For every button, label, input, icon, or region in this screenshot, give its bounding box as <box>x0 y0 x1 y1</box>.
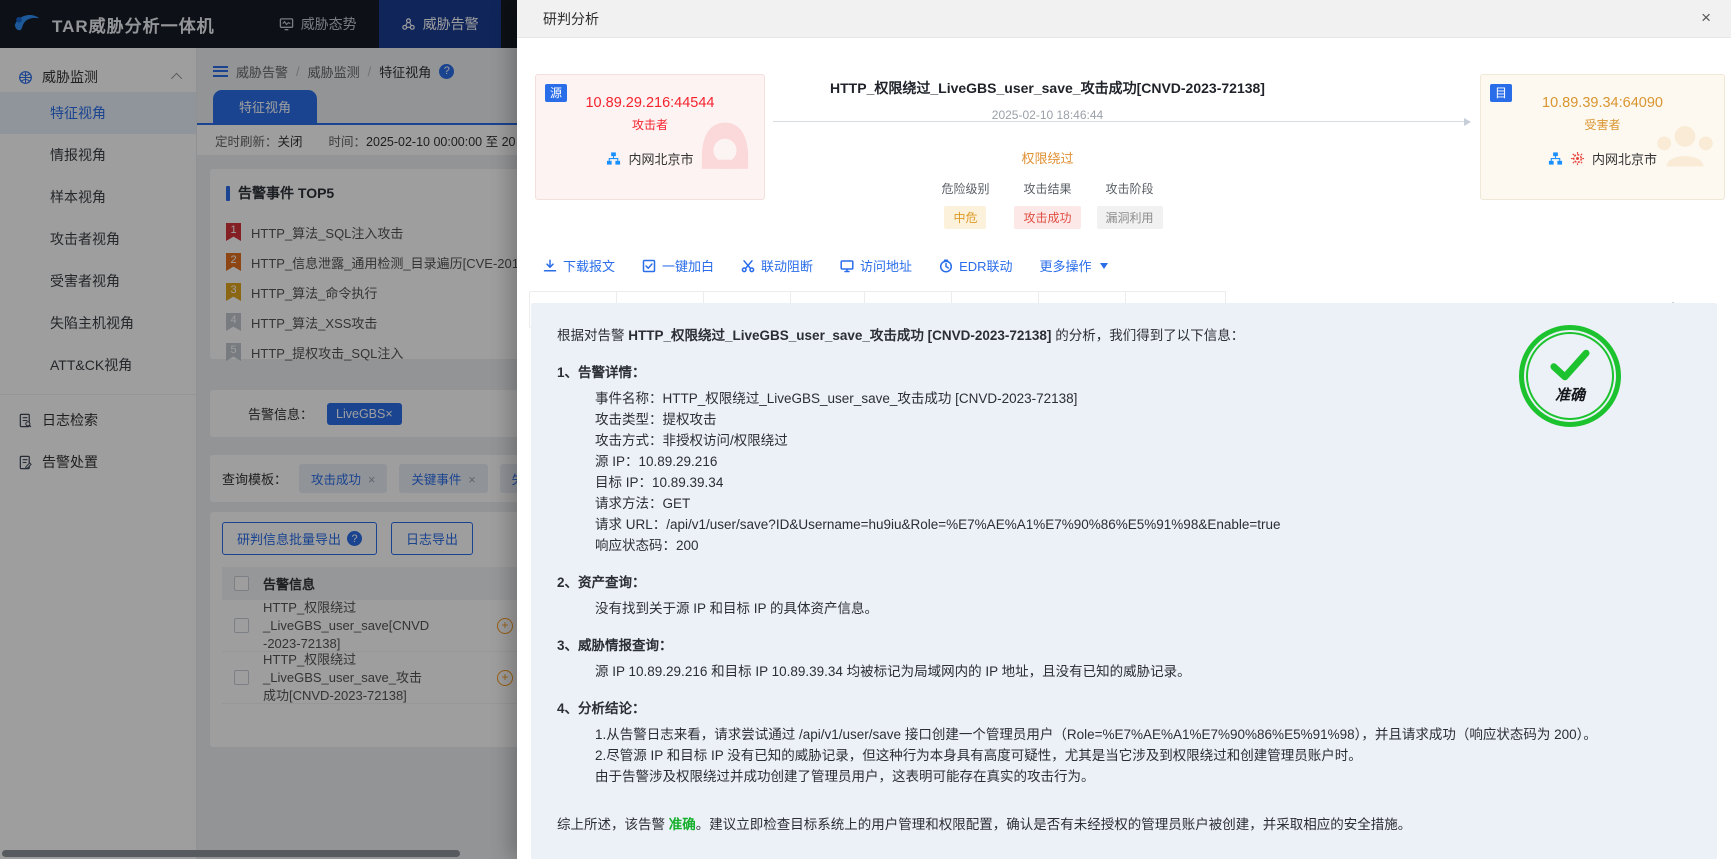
checkmark-icon <box>1550 349 1590 380</box>
attack-stage-badge: 漏洞利用 <box>1096 206 1163 229</box>
drawer-title: 研判分析 <box>543 10 599 27</box>
monitor-icon <box>840 259 854 272</box>
attack-type-label: 权限绕过 <box>1021 151 1074 166</box>
more-actions-button[interactable]: 更多操作 <box>1040 256 1108 275</box>
detail-line: 源 IP：10.89.29.216 <box>595 454 718 469</box>
attack-result-label: 攻击结果 <box>1023 182 1072 196</box>
risk-level-label: 危险级别 <box>941 182 990 196</box>
action-toolbar: 下载报文 一键加白 联动阻断 访问地址 EDR联动 更多操作 <box>543 256 1731 275</box>
network-icon <box>607 152 621 165</box>
analysis-intro: 根据对告警 HTTP_权限绕过_LiveGBS_user_save_攻击成功 [… <box>557 328 1245 343</box>
detail-line: 由于告警涉及权限绕过并成功创建了管理员用户，这表明可能存在真实的攻击行为。 <box>595 769 1095 784</box>
edr-link-button[interactable]: EDR联动 <box>939 256 1013 275</box>
linked-block-button[interactable]: 联动阻断 <box>741 256 813 275</box>
target-badge: 目 <box>1490 84 1513 103</box>
analysis-drawer: 研判分析 × 源 10.89.29.216:44544 攻击者 内网北京市 HT… <box>517 0 1731 859</box>
whitelist-icon <box>642 259 656 272</box>
scissors-icon <box>741 259 755 272</box>
attack-overview: 源 10.89.29.216:44544 攻击者 内网北京市 HTTP_权限绕过… <box>535 74 1725 229</box>
victim-watermark-icon <box>1657 126 1713 167</box>
risk-level-badge: 中危 <box>944 206 987 229</box>
detail-line: 1.从告警日志来看，请求尝试通过 /api/v1/user/save 接口创建一… <box>595 727 1597 742</box>
download-icon <box>543 258 557 272</box>
download-packet-button[interactable]: 下载报文 <box>543 256 615 275</box>
add-whitelist-button[interactable]: 一键加白 <box>642 256 714 275</box>
target-card: 目 10.89.39.34:64090 受害者 内网北京市 <box>1480 74 1725 200</box>
clock-icon <box>940 258 953 273</box>
analysis-section-intel-query: 3、威胁情报查询： 源 IP 10.89.29.216 和目标 IP 10.89… <box>557 634 1691 682</box>
detail-line: 请求方法：GET <box>595 496 691 511</box>
drawer-header: 研判分析 × <box>517 0 1731 38</box>
event-title: HTTP_权限绕过_LiveGBS_user_save_攻击成功[CNVD-20… <box>830 80 1265 96</box>
source-ip: 10.89.29.216:44544 <box>585 95 715 111</box>
verdict-accurate: 准确 <box>668 817 696 832</box>
attack-stage-label: 攻击阶段 <box>1105 182 1154 196</box>
detail-line: 响应状态码：200 <box>595 538 699 553</box>
event-summary: HTTP_权限绕过_LiveGBS_user_save_攻击成功[CNVD-20… <box>765 74 1480 229</box>
analysis-section-asset-query: 2、资产查询： 没有找到关于源 IP 和目标 IP 的具体资产信息。 <box>557 571 1691 619</box>
accuracy-stamp: 准确 <box>1519 325 1621 427</box>
virus-icon <box>1570 151 1585 166</box>
source-badge: 源 <box>545 84 568 103</box>
source-location: 内网北京市 <box>628 152 694 167</box>
analysis-section-conclusion: 4、分析结论： 1.从告警日志来看，请求尝试通过 /api/v1/user/sa… <box>557 697 1691 787</box>
detail-line: 攻击类型：提权攻击 <box>595 412 717 427</box>
close-icon[interactable]: × <box>1701 9 1711 26</box>
detail-line: 源 IP 10.89.29.216 和目标 IP 10.89.39.34 均被标… <box>595 664 1191 679</box>
detail-line: 2.尽管源 IP 和目标 IP 没有已知的威胁记录，但这种行为本身具有高度可疑性… <box>595 748 1362 763</box>
stamp-label: 准确 <box>1554 386 1585 404</box>
event-time: 2025-02-10 18:46:44 <box>991 108 1104 122</box>
detail-line: 没有找到关于源 IP 和目标 IP 的具体资产信息。 <box>595 601 879 616</box>
hacker-watermark-icon <box>701 122 749 169</box>
detail-line: 攻击方式：非授权访问/权限绕过 <box>595 433 788 448</box>
analysis-summary: 综上所述，该告警 准确。建议立即检查目标系统上的用户管理和权限配置，确认是否有未… <box>557 817 1412 832</box>
target-ip: 10.89.39.34:64090 <box>1542 95 1663 111</box>
source-card: 源 10.89.29.216:44544 攻击者 内网北京市 <box>535 74 765 200</box>
chevron-down-icon <box>1099 262 1108 269</box>
attack-result-badge: 攻击成功 <box>1014 206 1081 229</box>
llm-analysis-panel: 根据对告警 HTTP_权限绕过_LiveGBS_user_save_攻击成功 [… <box>531 303 1717 859</box>
detail-line: 目标 IP：10.89.39.34 <box>595 475 724 490</box>
network-icon <box>1548 152 1563 165</box>
drawer-body: 源 10.89.29.216:44544 攻击者 内网北京市 HTTP_权限绕过… <box>517 38 1731 859</box>
detail-line: 请求 URL：/api/v1/user/save?ID&Username=hu9… <box>595 517 1281 532</box>
visit-address-button[interactable]: 访问地址 <box>840 256 912 275</box>
